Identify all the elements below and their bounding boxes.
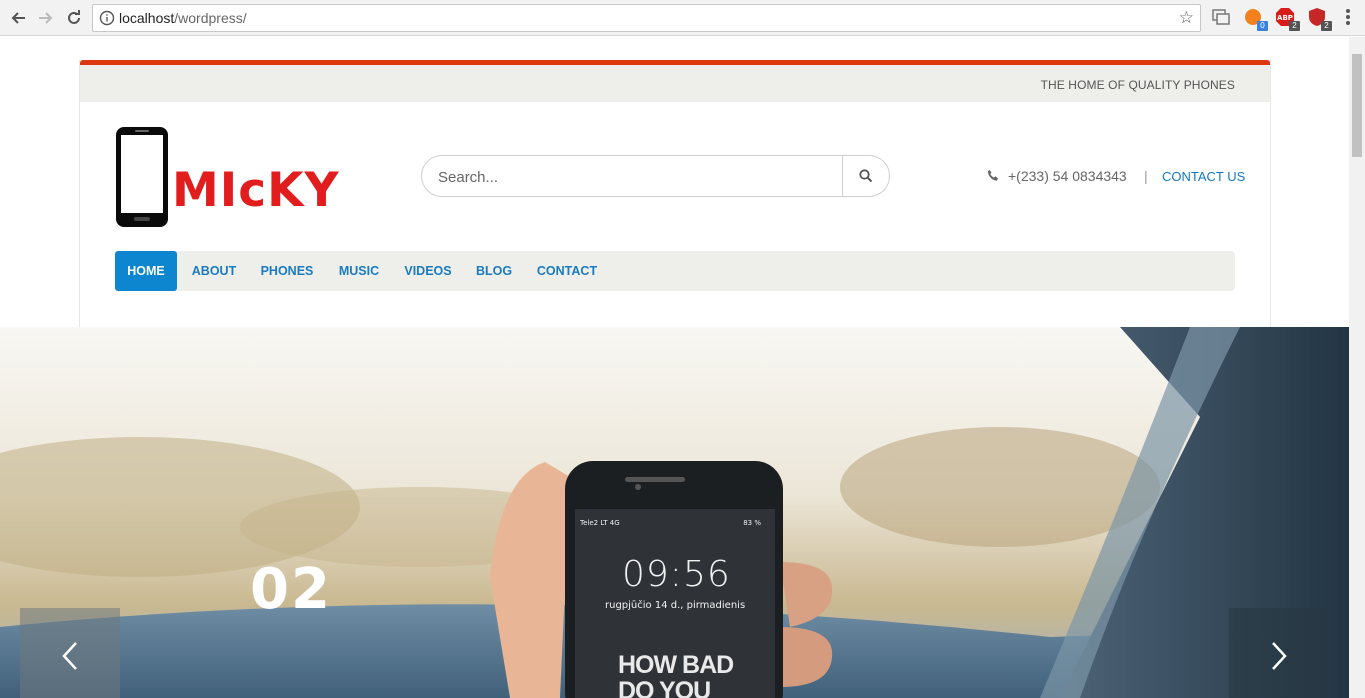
reload-icon (68, 10, 80, 24)
adblock-extension[interactable]: ABP 2 (1275, 7, 1300, 31)
browser-toolbar: localhost/wordpress/ ☆ 0 ABP 2 2 (0, 0, 1365, 36)
menu-item-music[interactable]: MUSIC (333, 251, 385, 291)
search-form (421, 155, 890, 197)
ublock-extension[interactable]: 2 (1307, 7, 1332, 31)
search-icon (859, 169, 873, 183)
back-button[interactable] (6, 6, 30, 30)
forward-arrow-icon (39, 12, 53, 24)
address-bar[interactable]: localhost/wordpress/ ☆ (92, 4, 1201, 32)
site-logo[interactable]: MIcKY (115, 126, 365, 228)
slider-prev-button[interactable] (20, 608, 120, 698)
chevron-right-icon (1272, 641, 1287, 670)
status-carrier: Tele2 LT 4G (580, 519, 620, 527)
phone-icon (987, 170, 998, 181)
slide-number: 02 (250, 557, 332, 622)
menu-item-about[interactable]: ABOUT (187, 251, 241, 291)
menu-item-blog[interactable]: BLOG (471, 251, 517, 291)
tab-cast-icon[interactable] (1211, 7, 1231, 27)
extension-badge: 2 (1289, 21, 1300, 31)
url-text: localhost/wordpress/ (119, 10, 247, 26)
phone-screen: Tele2 LT 4G 83 % 09:56 rugpjūčio 14 d., … (575, 509, 775, 698)
main-menu: HOME ABOUT PHONES MUSIC VIDEOS BLOG CONT… (115, 251, 1235, 291)
phone-number: +(233) 54 0834343 (1008, 168, 1127, 184)
status-battery: 83 % (743, 519, 761, 527)
scrollbar-thumb[interactable] (1352, 54, 1362, 157)
logo-text: MIcKY (172, 163, 340, 218)
chevron-left-icon (62, 641, 77, 670)
extension-badge: 0 (1257, 21, 1268, 31)
separator: | (1144, 168, 1148, 184)
screen-caption-line2: DO YOU (618, 677, 711, 698)
menu-item-contact[interactable]: CONTACT (531, 251, 603, 291)
top-bar: THE HOME OF QUALITY PHONES (80, 60, 1270, 102)
search-button[interactable] (842, 156, 889, 196)
smartphone-icon (116, 127, 168, 227)
site-tagline: THE HOME OF QUALITY PHONES (1040, 78, 1235, 92)
page-scrollbar[interactable] (1349, 37, 1365, 698)
forward-button[interactable] (34, 6, 58, 30)
info-icon[interactable] (99, 10, 115, 26)
site-header: THE HOME OF QUALITY PHONES MIcKY Search.… (79, 60, 1271, 327)
menu-item-home[interactable]: HOME (115, 251, 177, 291)
page-viewport: THE HOME OF QUALITY PHONES MIcKY Search.… (0, 37, 1349, 698)
screen-caption-line1: HOW BAD (618, 651, 734, 679)
menu-item-phones[interactable]: PHONES (255, 251, 319, 291)
back-arrow-icon (11, 12, 25, 24)
browser-menu-icon[interactable] (1342, 9, 1354, 27)
reload-button[interactable] (62, 6, 86, 30)
extension-badge: 2 (1321, 21, 1332, 31)
url-host: localhost (119, 10, 175, 26)
metamask-extension[interactable]: 0 (1243, 7, 1268, 31)
slider-next-button[interactable] (1229, 608, 1329, 698)
menu-item-videos[interactable]: VIDEOS (399, 251, 457, 291)
contact-us-link[interactable]: CONTACT US (1162, 169, 1245, 184)
hero-slider: Tele2 LT 4G 83 % 09:56 rugpjūčio 14 d., … (0, 327, 1349, 698)
bookmark-star-icon[interactable]: ☆ (1179, 9, 1194, 27)
lock-screen-time: 09:56 (622, 554, 731, 595)
url-path: /wordpress/ (174, 10, 247, 26)
search-input[interactable] (438, 166, 818, 188)
lock-screen-date: rugpjūčio 14 d., pirmadienis (605, 600, 746, 611)
